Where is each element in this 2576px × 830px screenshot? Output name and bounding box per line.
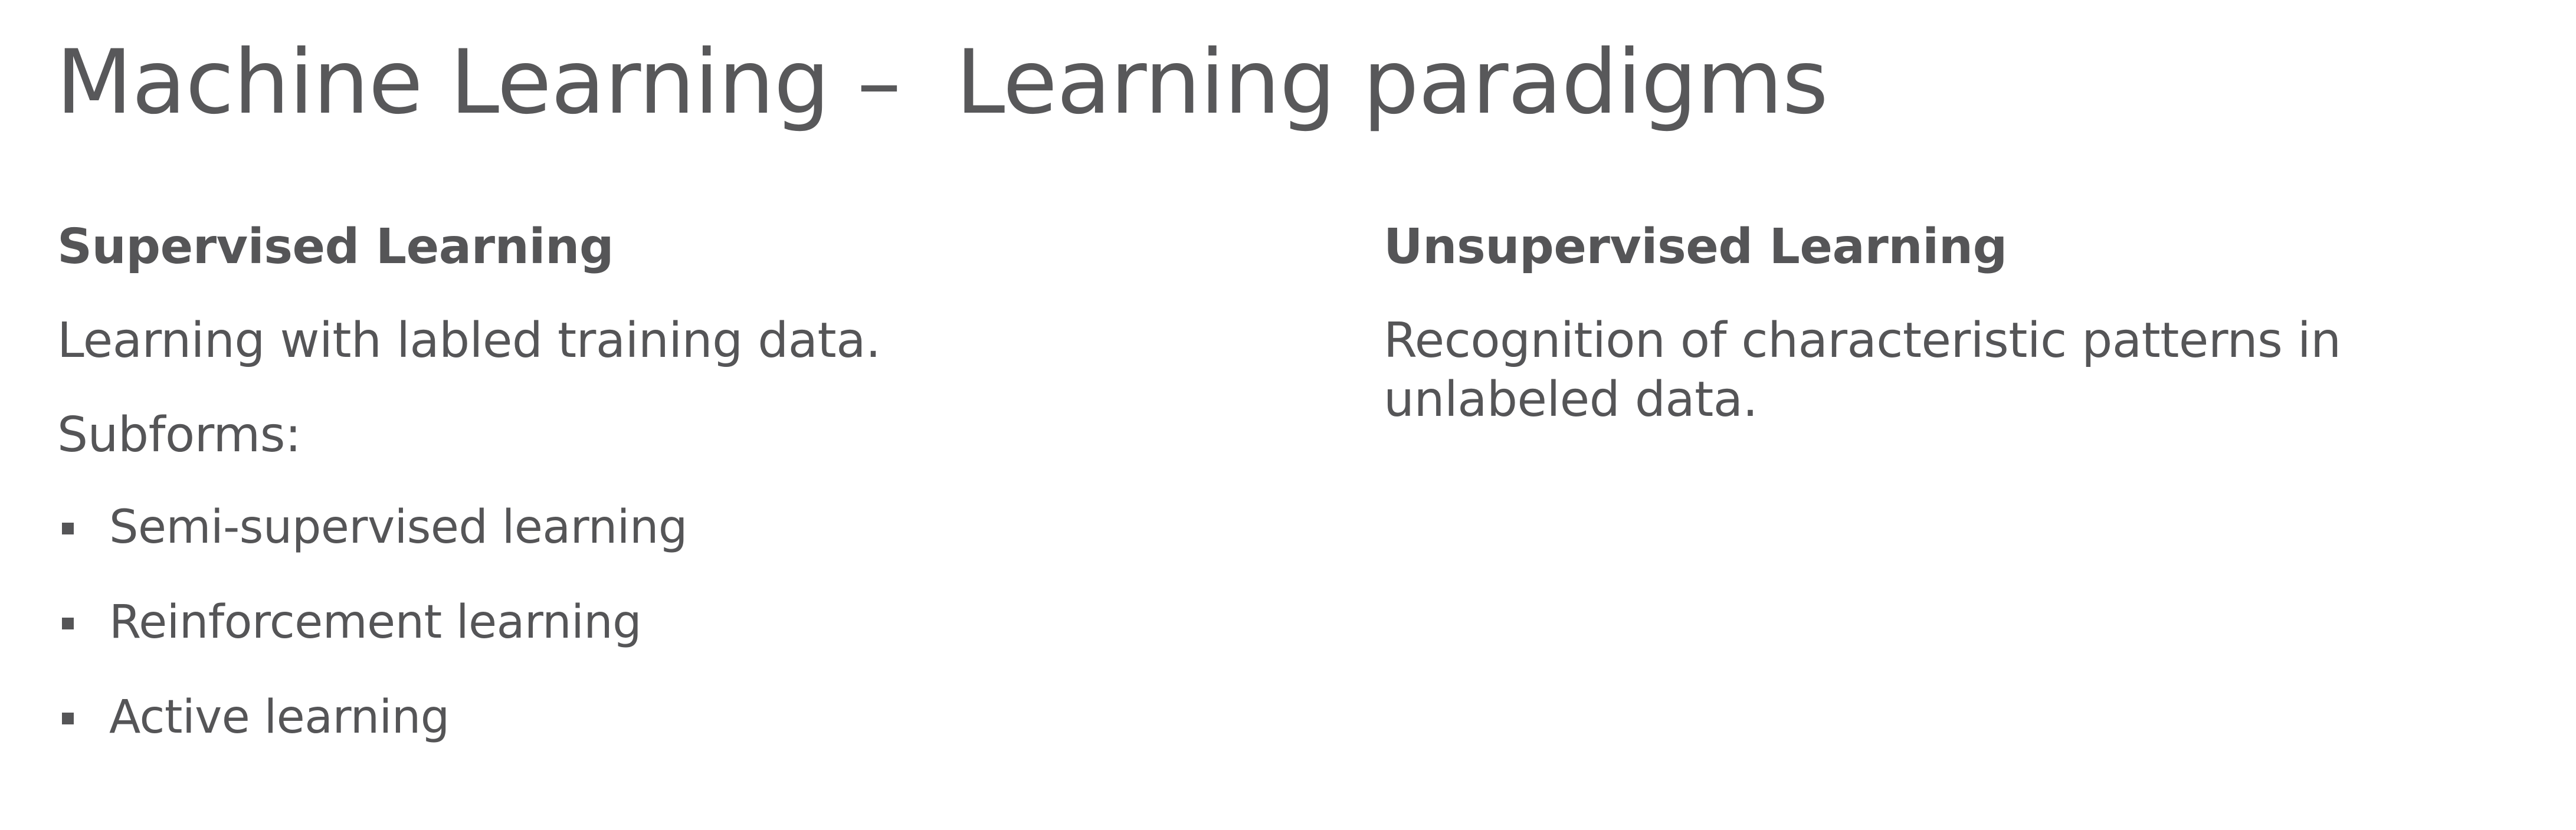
supervised-learning-description: Learning with labled training data. xyxy=(57,313,881,369)
list-item-label: Active learning xyxy=(109,690,450,744)
subforms-list: Semi-supervised learning Reinforcement l… xyxy=(57,500,1326,745)
list-item: Reinforcement learning xyxy=(57,595,1326,651)
page-title: Machine Learning – Learning paradigms xyxy=(56,31,1828,134)
supervised-learning-heading: Supervised Learning xyxy=(57,219,614,275)
square-bullet-icon xyxy=(62,618,74,630)
square-bullet-icon xyxy=(62,712,74,724)
supervised-learning-column: Supervised Learning Learning with labled… xyxy=(57,218,1326,785)
list-item-label: Semi-supervised learning xyxy=(109,501,687,555)
list-item-label: Reinforcement learning xyxy=(109,596,642,649)
subforms-label: Subforms: xyxy=(57,407,301,464)
square-bullet-icon xyxy=(62,523,74,535)
list-item: Semi-supervised learning xyxy=(57,500,1326,556)
unsupervised-learning-column: Unsupervised Learning Recognition of cha… xyxy=(1384,218,2558,465)
unsupervised-learning-heading: Unsupervised Learning xyxy=(1384,219,2007,275)
list-item: Active learning xyxy=(57,690,1326,746)
unsupervised-learning-description: Recognition of characteristic patterns i… xyxy=(1384,313,2341,428)
